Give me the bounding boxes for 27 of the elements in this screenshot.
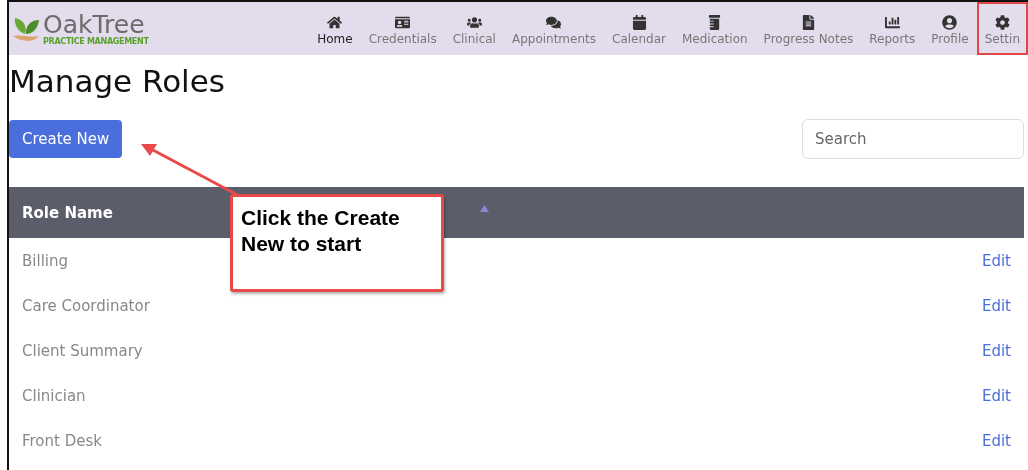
search-field[interactable]: Search: [802, 119, 1024, 159]
table-cell: Front Desk: [22, 431, 102, 450]
page-title: Manage Roles: [9, 63, 226, 99]
nav-item[interactable]: Progress Notes: [755, 2, 862, 55]
callout-text: Click the Create New to start: [230, 194, 444, 292]
nav-item[interactable]: Clinical: [444, 2, 504, 55]
table-cell: Clinician: [22, 386, 86, 405]
nav-item[interactable]: Calendar: [604, 2, 674, 55]
nav-item[interactable]: Medication: [674, 2, 756, 55]
edit-link[interactable]: Edit: [981, 296, 1011, 315]
nav-item[interactable]: Profile: [923, 2, 977, 55]
create-new-button[interactable]: Create New: [9, 120, 123, 158]
nav-item[interactable]: Home: [309, 2, 361, 55]
logo-tagline: PRACTICE MANAGEMENT: [43, 36, 149, 46]
table-cell: Client Summary: [22, 341, 143, 360]
nav-item[interactable]: Settin: [976, 2, 1028, 55]
column-header[interactable]: Role Name: [22, 203, 113, 222]
nav-item[interactable]: Credentials: [360, 2, 445, 55]
edit-link[interactable]: Edit: [981, 386, 1011, 405]
table-cell: Billing: [22, 251, 68, 270]
edit-link[interactable]: Edit: [981, 341, 1011, 360]
nav-item[interactable]: Appointments: [503, 2, 604, 55]
logo-name: OakTree: [43, 11, 145, 37]
table-cell: Care Coordinator: [22, 296, 150, 315]
edit-link[interactable]: Edit: [981, 251, 1011, 270]
nav-item[interactable]: Reports: [861, 2, 924, 55]
edit-link[interactable]: Edit: [981, 431, 1011, 450]
